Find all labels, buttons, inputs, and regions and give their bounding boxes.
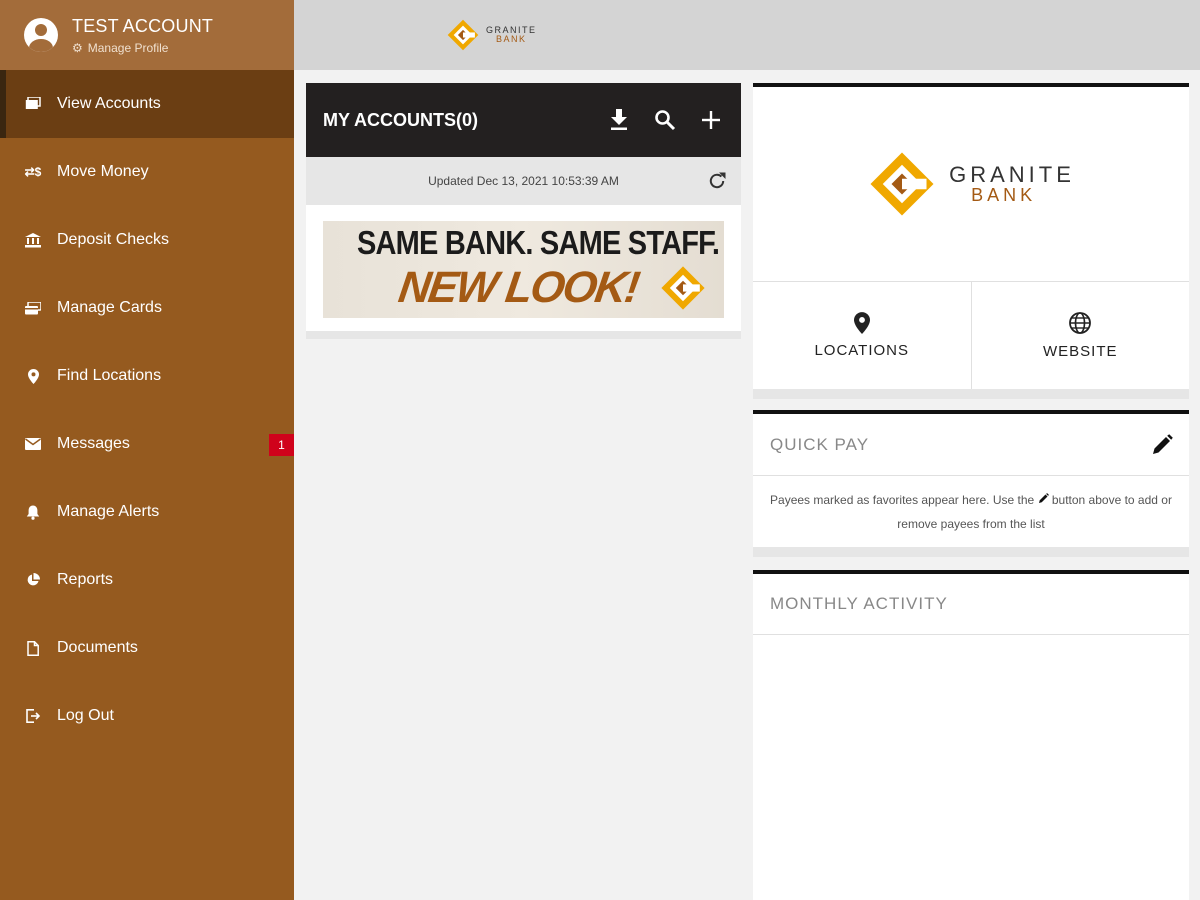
nav-item-documents[interactable]: Documents xyxy=(0,614,294,682)
nav-label: Deposit Checks xyxy=(57,231,170,248)
accounts-updated-bar: Updated Dec 13, 2021 10:53:39 AM xyxy=(306,157,741,205)
location-pin-icon xyxy=(853,312,870,334)
nav-item-manage-cards[interactable]: Manage Cards xyxy=(0,274,294,342)
nav-label: Move Money xyxy=(57,163,149,180)
add-icon[interactable] xyxy=(699,108,723,132)
messages-unread-badge: 1 xyxy=(269,434,294,456)
quick-pay-help-text: Payees marked as favorites appear here. … xyxy=(753,476,1189,536)
document-icon xyxy=(24,639,42,657)
nav-label: View Accounts xyxy=(57,95,161,112)
gear-icon: ⚙ xyxy=(72,40,83,55)
logo-word-granite: GRANITE xyxy=(949,162,1075,187)
banner-new-look: NEW LOOK! xyxy=(395,263,642,312)
cards-icon xyxy=(24,299,42,317)
promo-banner[interactable]: SAME BANK. SAME STAFF. NEW LOOK! xyxy=(323,221,724,318)
nav-label: Manage Cards xyxy=(57,299,162,316)
bank-info-card: GRANITE BANK LOCATIONS WEBSITE xyxy=(753,83,1190,399)
quick-pay-help-part1: Payees marked as favorites appear here. … xyxy=(770,493,1035,507)
nav-item-reports[interactable]: Reports xyxy=(0,546,294,614)
bank-building-icon xyxy=(24,231,42,249)
granite-logo-mark-icon xyxy=(870,152,934,216)
nav-label: Manage Alerts xyxy=(57,503,160,520)
manage-profile-label: Manage Profile xyxy=(87,40,169,55)
locations-label: LOCATIONS xyxy=(814,342,910,359)
nav-label: Log Out xyxy=(57,707,114,724)
profile-header[interactable]: TEST ACCOUNT ⚙ Manage Profile xyxy=(0,0,294,70)
location-pin-icon xyxy=(24,367,42,385)
envelope-icon xyxy=(24,435,42,453)
granite-logo-mark-icon xyxy=(447,19,479,51)
nav-item-messages[interactable]: Messages 1 xyxy=(0,410,294,478)
card-footer-strip xyxy=(753,547,1189,557)
logo-word-bank: BANK xyxy=(496,34,527,44)
download-icon[interactable] xyxy=(607,108,631,132)
nav-item-manage-alerts[interactable]: Manage Alerts xyxy=(0,478,294,546)
banner-headline: SAME BANK. SAME STAFF. xyxy=(357,225,720,262)
nav-label: Documents xyxy=(57,639,138,656)
website-button[interactable]: WEBSITE xyxy=(970,282,1190,389)
profile-name: TEST ACCOUNT xyxy=(72,15,214,36)
search-icon[interactable] xyxy=(653,108,677,132)
bank-logo-small[interactable]: GRANITE BANK xyxy=(446,18,537,52)
my-accounts-panel: MY ACCOUNTS(0) Updated Dec 13, 2021 10:5… xyxy=(306,83,741,339)
nav-item-view-accounts[interactable]: View Accounts xyxy=(0,70,294,138)
monthly-activity-card: MONTHLY ACTIVITY xyxy=(753,570,1189,900)
refresh-icon[interactable] xyxy=(705,169,729,193)
updated-timestamp: Updated Dec 13, 2021 10:53:39 AM xyxy=(428,174,619,188)
nav-item-find-locations[interactable]: Find Locations xyxy=(0,342,294,410)
nav-label: Find Locations xyxy=(57,367,162,384)
manage-profile-link[interactable]: ⚙ Manage Profile xyxy=(72,41,213,55)
accounts-body: SAME BANK. SAME STAFF. NEW LOOK! xyxy=(306,205,741,339)
edit-pencil-icon[interactable] xyxy=(1147,430,1177,460)
bank-logo-large: GRANITE BANK xyxy=(753,87,1189,282)
monthly-activity-title: MONTHLY ACTIVITY xyxy=(770,594,948,613)
bell-icon xyxy=(24,503,42,521)
pencil-inline-icon xyxy=(1038,493,1049,503)
my-accounts-header: MY ACCOUNTS(0) xyxy=(306,83,741,157)
nav-item-move-money[interactable]: ⇄$ Move Money xyxy=(0,138,294,206)
accounts-icon xyxy=(24,95,42,113)
logout-icon xyxy=(24,707,42,725)
card-footer-strip xyxy=(753,389,1189,399)
banner-logo-mark-icon xyxy=(661,266,705,310)
quick-pay-card: QUICK PAY Payees marked as favorites app… xyxy=(753,410,1189,557)
top-bar: GRANITE BANK xyxy=(294,0,1200,70)
globe-icon xyxy=(1069,312,1092,334)
quick-pay-title: QUICK PAY xyxy=(770,434,870,454)
nav-item-log-out[interactable]: Log Out xyxy=(0,682,294,750)
my-accounts-title: MY ACCOUNTS(0) xyxy=(323,109,479,130)
website-label: WEBSITE xyxy=(1042,343,1118,360)
nav-label: Messages xyxy=(57,435,130,452)
locations-button[interactable]: LOCATIONS xyxy=(753,282,971,389)
pie-chart-icon xyxy=(24,571,42,589)
transfer-money-icon: ⇄$ xyxy=(24,165,42,179)
nav-item-deposit-checks[interactable]: Deposit Checks xyxy=(0,206,294,274)
logo-word-bank: BANK xyxy=(971,185,1037,205)
user-avatar-icon xyxy=(24,18,58,52)
sidebar: TEST ACCOUNT ⚙ Manage Profile View Accou… xyxy=(0,0,294,900)
nav-label: Reports xyxy=(57,571,114,588)
